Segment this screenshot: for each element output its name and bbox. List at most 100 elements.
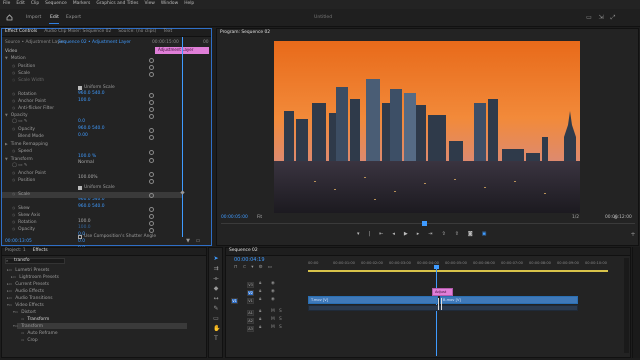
step-back-icon[interactable]: ◂ xyxy=(392,232,395,237)
tab-text[interactable]: Text xyxy=(163,29,172,34)
tab-audio-clip-mixer[interactable]: Audio Clip Mixer: Sequence 02 xyxy=(44,29,111,34)
prop-row[interactable]: ◷ Rotation xyxy=(12,220,37,226)
reset-icon[interactable] xyxy=(149,214,154,219)
reset-icon[interactable] xyxy=(149,193,154,198)
hand-tool-icon[interactable]: ✋ xyxy=(213,326,220,332)
video-clip[interactable]: T.mov [V] xyxy=(308,296,438,304)
timeline-settings-icon[interactable]: ⚙ xyxy=(259,265,263,271)
reset-icon[interactable] xyxy=(149,107,154,112)
playhead-handle[interactable] xyxy=(434,265,439,269)
mark-out-icon[interactable]: | xyxy=(369,232,371,237)
mask-tools-icons[interactable]: ◯ ▭ ✎ xyxy=(12,163,28,168)
reset-icon[interactable] xyxy=(149,179,154,184)
expand-triangle-icon[interactable]: ▼ xyxy=(5,57,8,61)
menu-markers[interactable]: Markers xyxy=(73,1,90,6)
selection-tool-icon[interactable]: ➤ xyxy=(213,256,219,262)
workspace-tab-export[interactable]: Export xyxy=(66,15,81,21)
reset-icon[interactable] xyxy=(149,100,154,105)
stopwatch-icon[interactable]: ◷ xyxy=(12,100,15,104)
program-timecode[interactable]: 00:00:05:00 xyxy=(221,215,248,220)
expand-triangle-icon[interactable]: ▶ xyxy=(5,143,8,147)
prop-row[interactable]: ◷ Anti-flicker Filter xyxy=(12,106,54,112)
list-item[interactable]: ▭ Crop xyxy=(21,338,38,344)
snap-icon[interactable]: ⊓ xyxy=(234,265,238,271)
sequence-label[interactable]: Sequence 02 • Adjustment Layer xyxy=(58,40,131,45)
timeline-timecode[interactable]: 00:00:04:19 xyxy=(234,258,265,263)
reset-icon[interactable] xyxy=(149,114,154,119)
stopwatch-icon[interactable]: ◷ xyxy=(12,221,15,225)
prop-value[interactable]: 100.0 xyxy=(78,225,91,230)
reset-icon[interactable] xyxy=(149,228,154,233)
stopwatch-icon[interactable]: ◷ xyxy=(12,128,15,132)
prop-row[interactable]: ◷ Anchor Point xyxy=(12,99,46,105)
list-item[interactable]: ▸▭ Audio Transitions xyxy=(7,296,53,302)
prop-row[interactable]: ◷ Position xyxy=(12,64,35,70)
zoom-select[interactable]: Fit xyxy=(257,215,262,220)
shutter-angle-checkbox[interactable]: Use Composition's Shutter Angle xyxy=(78,234,156,240)
list-item[interactable]: ▭ Transform xyxy=(21,317,49,323)
prop-value[interactable]: 960.0 540.0 xyxy=(78,197,105,202)
stopwatch-icon[interactable]: ◷ xyxy=(12,179,15,183)
button-editor-icon[interactable]: + xyxy=(630,232,636,238)
prop-value[interactable]: 100.00% xyxy=(78,175,98,180)
vertical-scrollbar[interactable] xyxy=(624,258,629,353)
prop-value[interactable]: 960.0 540.0 xyxy=(78,126,105,131)
track-header-v3[interactable]: V3 🔒︎ ◉ xyxy=(231,281,306,288)
prop-value[interactable]: 0.00 xyxy=(78,133,88,138)
program-scrub-bar[interactable] xyxy=(221,223,635,224)
blend-mode-select[interactable]: Normal xyxy=(78,160,94,165)
expand-triangle-icon[interactable]: ▼ xyxy=(5,158,8,162)
list-item[interactable]: ▸▭ Lightroom Presets xyxy=(11,275,59,281)
program-monitor-title[interactable]: Program: Sequence 02 xyxy=(220,30,270,35)
stopwatch-icon[interactable]: ◷ xyxy=(12,150,15,154)
track-header-v1[interactable]: V1 V1 🔒︎ ◉ xyxy=(231,297,306,304)
home-icon[interactable] xyxy=(6,14,13,21)
track-header-a2[interactable]: A2 🔒︎ MS xyxy=(231,317,306,324)
settings-icon[interactable]: ⚙ xyxy=(613,215,619,221)
audio-clip[interactable] xyxy=(308,305,578,311)
uniform-scale-checkbox[interactable]: Uniform Scale xyxy=(78,185,115,191)
razor-tool-icon[interactable]: ◆ xyxy=(213,286,219,292)
ripple-edit-tool-icon[interactable]: ⟛ xyxy=(213,276,219,282)
list-item[interactable]: ▾▭ Transform xyxy=(13,324,43,330)
reset-icon[interactable] xyxy=(149,135,154,140)
prop-row[interactable]: ◷ Speed xyxy=(12,149,32,155)
export-frame-icon[interactable]: ▭ xyxy=(195,238,201,244)
go-to-out-icon[interactable]: ⇥ xyxy=(428,232,432,237)
adjustment-layer-clip[interactable]: Adjust xyxy=(432,288,453,296)
list-item[interactable]: ▾▭ Distort xyxy=(13,310,36,316)
workspaces-icon[interactable]: ▭ xyxy=(586,15,592,21)
prop-row-motion[interactable]: ▼ Motion xyxy=(5,56,26,62)
reset-icon[interactable] xyxy=(149,72,154,77)
comparison-view-icon[interactable]: ▣ xyxy=(482,232,487,237)
source-label[interactable]: Source • Adjustment Layer xyxy=(5,40,64,45)
stopwatch-icon[interactable]: ◷ xyxy=(12,93,15,97)
uniform-scale-checkbox[interactable]: Uniform Scale xyxy=(78,85,115,91)
prop-row[interactable]: ◷ Rotation xyxy=(12,92,37,98)
menu-graphics[interactable]: Graphics and Titles xyxy=(96,1,138,6)
stopwatch-icon[interactable]: ◷ xyxy=(12,107,15,111)
reset-icon[interactable] xyxy=(149,207,154,212)
reset-icon[interactable] xyxy=(149,150,154,155)
reset-icon[interactable] xyxy=(149,128,154,133)
list-item[interactable]: ▸▭ Current Presets xyxy=(7,282,49,288)
stopwatch-icon[interactable]: ◷ xyxy=(12,172,15,176)
video-clip[interactable]: B.mov [V] xyxy=(440,296,578,304)
prop-row[interactable]: ◷ Scale Width xyxy=(12,78,44,84)
quick-export-icon[interactable]: ⇲ xyxy=(598,15,604,21)
play-icon[interactable]: ▶ xyxy=(404,232,408,237)
prop-value[interactable]: 100.0 xyxy=(78,219,91,224)
reset-icon[interactable] xyxy=(149,158,154,163)
program-video-frame[interactable] xyxy=(274,41,580,213)
prop-value[interactable]: 0.0 xyxy=(78,239,85,244)
reset-icon[interactable] xyxy=(149,58,154,63)
stopwatch-icon[interactable]: ◷ xyxy=(12,214,15,218)
quality-select[interactable]: 1/2 xyxy=(572,215,579,220)
linked-selection-icon[interactable]: ⊂ xyxy=(243,265,247,271)
menu-edit[interactable]: Edit xyxy=(16,1,25,6)
menu-help[interactable]: Help xyxy=(184,1,194,6)
list-item[interactable]: ▭ Auto Reframe xyxy=(21,331,58,337)
workspace-tab-import[interactable]: Import xyxy=(26,15,41,21)
prop-row[interactable]: ◷ Anchor Point xyxy=(12,171,46,177)
prop-row[interactable]: ◷ Skew xyxy=(12,206,30,212)
